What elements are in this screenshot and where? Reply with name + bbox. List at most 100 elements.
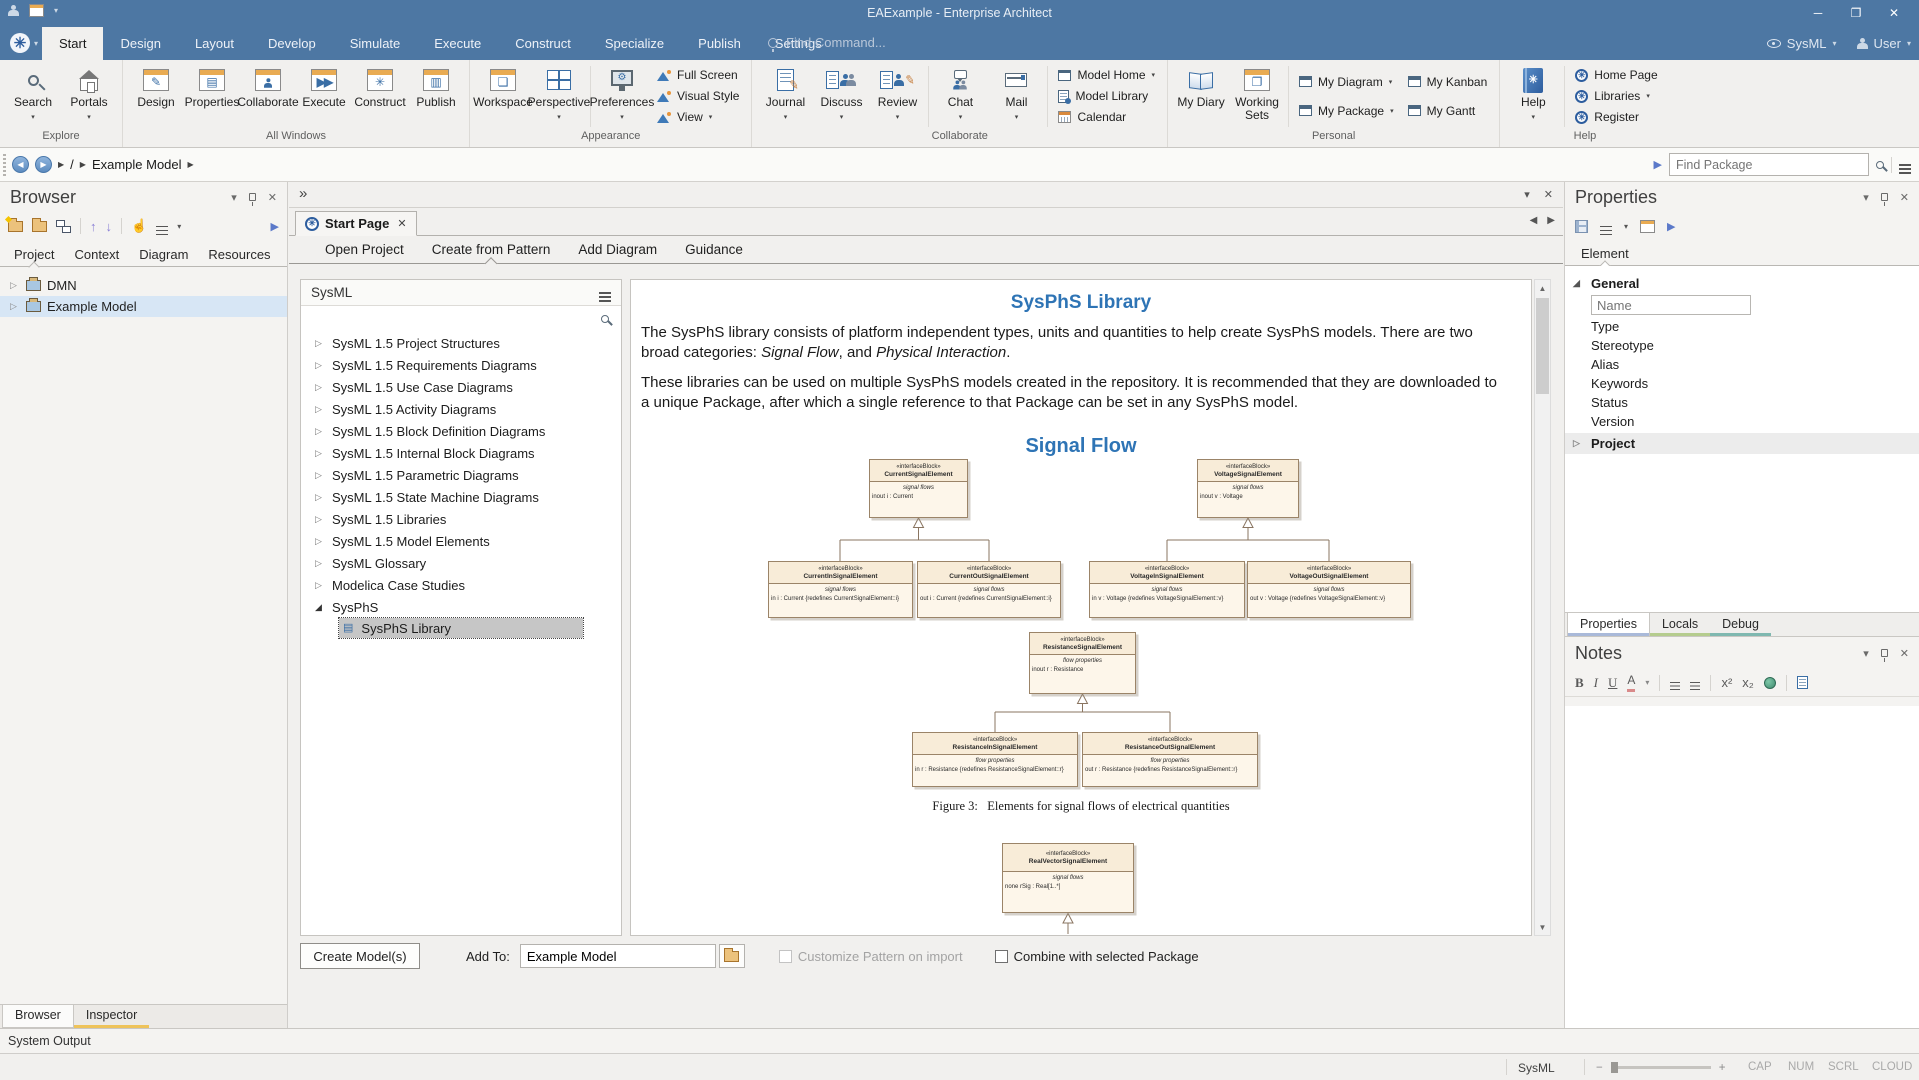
ribbon-tab-start[interactable]: Start [42,27,103,60]
mail-button[interactable]: Mail▾ [988,63,1044,124]
app-menu-caret-icon[interactable]: ▾ [34,39,38,48]
portals-button[interactable]: Portals▾ [61,63,117,124]
properties-dialog-icon[interactable] [1640,220,1655,233]
find-package-search-icon[interactable] [1876,161,1884,169]
hyperlink-icon[interactable] [1764,677,1776,689]
close-button[interactable]: ✕ [1875,0,1913,26]
notes-close-icon[interactable]: ✕ [1900,647,1909,660]
breadcrumb-root[interactable]: / [70,157,74,172]
pattern-search-icon[interactable] [601,315,609,323]
tab-start-page[interactable]: ✳ Start Page ✕ [295,211,417,236]
uml-block-resistance-in-signal-element[interactable]: «interfaceBlock»ResistanceInSignalElemen… [912,732,1078,787]
browser-dropdown-icon[interactable]: ▾ [231,191,237,204]
pattern-item[interactable]: ▷Modelica Case Studies [301,574,621,596]
calendar-button[interactable]: Calendar [1051,107,1162,128]
view-button[interactable]: View▾ [650,107,746,128]
my-diary-button[interactable]: My Diary [1173,63,1229,109]
save-icon[interactable] [1575,220,1588,233]
tree-item-dmn[interactable]: ▷ DMN [0,275,287,296]
home-page-button[interactable]: ✳ Home Page [1568,65,1664,86]
perspective-switcher[interactable]: SysML [1787,36,1827,51]
expand-arrow-icon[interactable]: ▷ [315,514,324,525]
tab-close-icon[interactable]: ✕ [397,217,406,230]
italic-button[interactable]: I [1594,675,1598,691]
tree-item-example-model[interactable]: ▷ Example Model [0,296,287,317]
browser-menu-caret-icon[interactable]: ▾ [177,222,181,231]
name-field[interactable] [1591,295,1751,315]
properties-play-icon[interactable]: ▶ [1667,220,1675,233]
properties-menu-icon[interactable] [1600,226,1612,228]
review-button[interactable]: ✎ Review▾ [869,63,925,124]
uml-block-current-in-signal-element[interactable]: «interfaceBlock»CurrentInSignalElement s… [768,561,913,618]
scroll-up-icon[interactable]: ▲ [1535,280,1550,296]
uml-block-resistance-out-signal-element[interactable]: «interfaceBlock»ResistanceOutSignalEleme… [1082,732,1258,787]
ribbon-tab-publish[interactable]: Publish [681,27,758,60]
expand-arrow-icon[interactable]: ▷ [315,404,324,415]
expand-arrow-icon[interactable]: ▷ [315,426,324,437]
my-gantt-button[interactable]: My Gantt [1401,100,1495,121]
bold-button[interactable]: B [1575,675,1584,691]
expand-arrow-icon[interactable]: ▷ [315,580,324,591]
property-row-alias[interactable]: Alias [1565,355,1919,374]
browser-play-icon[interactable]: ▶ [271,220,279,233]
expand-arrow-icon[interactable]: ▷ [10,301,20,312]
find-command[interactable]: Find Command... [768,35,886,50]
ribbon-tab-execute[interactable]: Execute [417,27,498,60]
breadcrumb-arrow-icon[interactable]: ▶ [188,160,194,169]
my-kanban-button[interactable]: My Kanban [1401,71,1495,92]
tab-scroll-right-icon[interactable]: ▶ [1547,215,1555,226]
expand-arrow-icon[interactable]: ▷ [315,492,324,503]
locate-icon[interactable]: ☝ [131,218,147,234]
browser-tab-project[interactable]: Project [4,243,64,266]
expand-arrow-icon[interactable]: ▷ [315,470,324,481]
pattern-item[interactable]: ▷SysML 1.5 State Machine Diagrams [301,486,621,508]
ribbon-tab-layout[interactable]: Layout [178,27,251,60]
scroll-down-icon[interactable]: ▼ [1535,919,1550,935]
system-output-bar[interactable]: System Output [0,1028,1919,1053]
property-row-version[interactable]: Version [1565,412,1919,431]
expand-arrow-icon[interactable]: ▷ [315,448,324,459]
my-diagram-button[interactable]: My Diagram▾ [1292,71,1401,92]
perspective-caret-icon[interactable]: ▾ [1833,39,1837,48]
journal-button[interactable]: ✎ Journal▾ [757,63,813,124]
expand-arrow-icon[interactable]: ▷ [315,360,324,371]
restore-button[interactable]: ❐ [1837,0,1875,26]
ribbon-tab-develop[interactable]: Develop [251,27,333,60]
zoom-in-icon[interactable]: + [1719,1062,1726,1074]
find-package-input[interactable] [1669,153,1869,176]
subtab-add-diagram[interactable]: Add Diagram [564,236,671,263]
browser-menu-icon[interactable] [156,226,168,228]
pattern-item-sysphs-library[interactable]: ▤SysPhS Library [339,618,583,638]
numbered-list-button[interactable] [1690,682,1700,684]
ribbon-tab-design[interactable]: Design [103,27,177,60]
pattern-item[interactable]: ▷SysML 1.5 Model Elements [301,530,621,552]
collaborate-button[interactable]: Collaborate [240,63,296,109]
zoom-slider[interactable] [1611,1066,1711,1069]
uml-block-current-out-signal-element[interactable]: «interfaceBlock»CurrentOutSignalElement … [917,561,1061,618]
browse-package-button[interactable] [719,944,745,968]
quick-access-window-icon[interactable] [29,4,44,17]
notes-dropdown-icon[interactable]: ▾ [1863,647,1869,660]
browser-tab-resources[interactable]: Resources [198,243,280,266]
property-row-stereotype[interactable]: Stereotype [1565,336,1919,355]
bullet-list-button[interactable] [1670,682,1680,684]
pattern-item[interactable]: ▷SysML 1.5 Block Definition Diagrams [301,420,621,442]
properties-dropdown-icon[interactable]: ▾ [1863,191,1869,204]
find-package-menu-icon[interactable] [1899,164,1911,166]
combine-package-checkbox[interactable]: Combine with selected Package [995,949,1199,964]
create-models-button[interactable]: Create Model(s) [300,943,420,969]
workspace-button[interactable]: ❏ Workspace [475,63,531,109]
expand-arrow-icon[interactable]: ▷ [315,558,324,569]
move-up-icon[interactable]: ↑ [90,219,97,234]
dock-tab-debug[interactable]: Debug [1710,613,1771,636]
libraries-button[interactable]: ✳ Libraries▾ [1568,86,1664,107]
toolbar-grip[interactable] [3,154,6,176]
move-down-icon[interactable]: ↓ [106,219,113,234]
pattern-item-sysphs[interactable]: ◢SysPhS [301,596,621,618]
uml-block-current-signal-element[interactable]: «interfaceBlock»CurrentSignalElement sig… [869,459,968,518]
user-caret-icon[interactable]: ▾ [1907,39,1911,48]
customize-pattern-checkbox[interactable]: Customize Pattern on import [779,949,963,964]
subtab-guidance[interactable]: Guidance [671,236,757,263]
model-home-button[interactable]: Model Home▾ [1051,65,1162,86]
document-scrollbar[interactable]: ▲ ▼ [1534,279,1551,936]
